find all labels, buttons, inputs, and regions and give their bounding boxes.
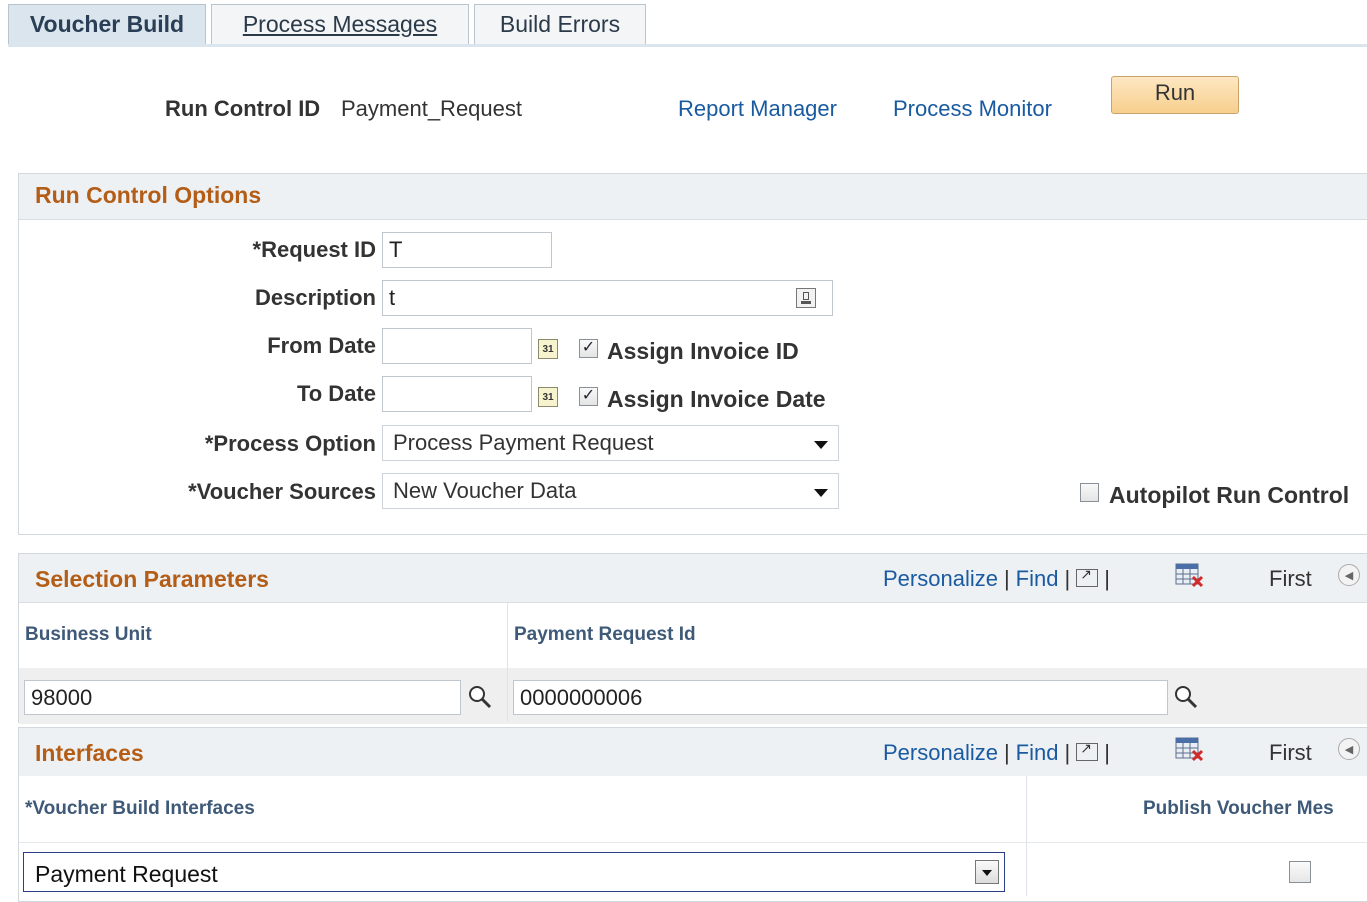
interfaces-view-all-popout-icon[interactable] (1076, 740, 1099, 761)
interfaces-title: Interfaces (35, 740, 144, 766)
assign-invoice-date-checkbox[interactable]: ✓ (579, 387, 598, 406)
run-button-label: Run (1154, 80, 1196, 105)
run-control-id-value: Payment_Request (341, 96, 522, 121)
run-control-id-label: Run Control ID (165, 96, 321, 121)
from-date-input[interactable] (382, 328, 532, 364)
voucher-build-interface-dropdown-button[interactable] (975, 860, 999, 884)
tab-voucher-build-label: Voucher Build (29, 11, 185, 37)
voucher-sources-value: New Voucher Data (393, 478, 577, 503)
request-id-label: *Request ID (252, 237, 376, 262)
interfaces-toolbar-separator-1: | (1003, 740, 1010, 765)
report-manager-link[interactable]: Report Manager (678, 96, 837, 122)
request-id-input[interactable] (382, 232, 552, 268)
long-edit-icon[interactable] (796, 288, 816, 308)
assign-invoice-id-checkbox[interactable]: ✓ (579, 339, 598, 358)
interfaces-personalize-link[interactable]: Personalize (883, 740, 998, 765)
tab-process-messages-label: Process Messages (242, 11, 438, 37)
voucher-sources-label: *Voucher Sources (188, 479, 376, 504)
selection-parameters-title: Selection Parameters (35, 566, 269, 592)
run-control-options-header: Run Control Options (19, 174, 1367, 220)
voucher-build-interface-value: Payment Request (35, 861, 218, 887)
tab-build-errors-label: Build Errors (499, 11, 621, 37)
interfaces-header: Interfaces (19, 728, 1367, 777)
tab-voucher-build[interactable]: Voucher Build (8, 4, 206, 44)
run-control-options-title: Run Control Options (35, 182, 262, 208)
long-edit-icon-glyph (803, 292, 809, 300)
business-unit-input[interactable] (24, 680, 461, 715)
process-option-label: *Process Option (204, 431, 376, 456)
publish-voucher-column-header: Publish Voucher Mes (1143, 798, 1334, 819)
business-unit-column-header: Business Unit (25, 624, 152, 645)
interfaces-find-link[interactable]: Find (1016, 740, 1059, 765)
voucher-sources-select[interactable]: New Voucher Data (382, 473, 839, 509)
payment-request-id-lookup-search-icon[interactable] (1173, 684, 1199, 710)
selection-personalize-link[interactable]: Personalize (883, 566, 998, 591)
tab-build-errors[interactable]: Build Errors (474, 4, 646, 44)
assign-invoice-id-checkmark-icon: ✓ (581, 339, 596, 356)
interfaces-download-excel-icon[interactable] (1174, 736, 1204, 762)
selection-first-label: First (1269, 566, 1312, 591)
payment-request-id-column-header: Payment Request Id (514, 624, 696, 645)
voucher-build-interfaces-column-header: *Voucher Build Interfaces (25, 798, 255, 819)
assign-invoice-date-label: Assign Invoice Date (607, 386, 826, 412)
voucher-build-interface-chevron-down-icon (982, 870, 992, 876)
to-date-calendar-icon[interactable]: 31 (538, 387, 558, 407)
process-monitor-link[interactable]: Process Monitor (893, 96, 1052, 122)
tab-underline (8, 44, 1367, 47)
autopilot-run-control-checkbox[interactable] (1080, 483, 1099, 502)
interfaces-grid-toolbar: Personalize|Find|| (883, 740, 1116, 766)
assign-invoice-id-label: Assign Invoice ID (607, 338, 799, 364)
selection-previous-icon[interactable]: ◀ (1338, 564, 1360, 586)
selection-view-all-popout-icon[interactable] (1076, 566, 1099, 587)
payment-request-id-input[interactable] (513, 680, 1168, 715)
voucher-build-interface-select[interactable]: Payment Request (23, 852, 1005, 892)
process-option-select[interactable]: Process Payment Request (382, 425, 839, 461)
to-date-calendar-glyph: 31 (542, 391, 554, 403)
selection-toolbar-separator-2: | (1064, 566, 1071, 591)
to-date-label: To Date (296, 381, 376, 406)
process-option-value: Process Payment Request (393, 430, 654, 455)
business-unit-lookup-search-icon[interactable] (467, 684, 493, 710)
selection-download-excel-icon[interactable] (1174, 562, 1204, 588)
from-date-calendar-icon[interactable]: 31 (538, 339, 558, 359)
long-edit-icon-base (801, 301, 811, 304)
run-button[interactable]: Run (1111, 76, 1239, 114)
selection-grid-toolbar: Personalize|Find|| (883, 566, 1116, 592)
selection-toolbar-separator-3: | (1104, 566, 1110, 591)
interfaces-first-label: First (1269, 740, 1312, 765)
selection-toolbar-separator-1: | (1003, 566, 1010, 591)
from-date-label: From Date (267, 333, 376, 358)
process-option-chevron-down-icon (814, 441, 828, 449)
assign-invoice-date-checkmark-icon: ✓ (581, 387, 596, 404)
interfaces-previous-icon[interactable]: ◀ (1338, 738, 1360, 760)
voucher-sources-chevron-down-icon (814, 489, 828, 497)
autopilot-run-control-label: Autopilot Run Control (1109, 482, 1350, 508)
interfaces-toolbar-separator-3: | (1104, 740, 1110, 765)
selection-find-link[interactable]: Find (1016, 566, 1059, 591)
from-date-calendar-glyph: 31 (542, 343, 554, 355)
publish-voucher-message-checkbox[interactable] (1289, 861, 1311, 883)
description-label: Description (254, 285, 376, 310)
interfaces-column-divider (1026, 776, 1027, 896)
to-date-input[interactable] (382, 376, 532, 412)
selection-column-divider (507, 602, 508, 722)
tab-process-messages[interactable]: Process Messages (211, 4, 469, 44)
selection-parameters-header: Selection Parameters (19, 554, 1367, 603)
interfaces-toolbar-separator-2: | (1064, 740, 1071, 765)
description-input[interactable] (382, 280, 833, 316)
